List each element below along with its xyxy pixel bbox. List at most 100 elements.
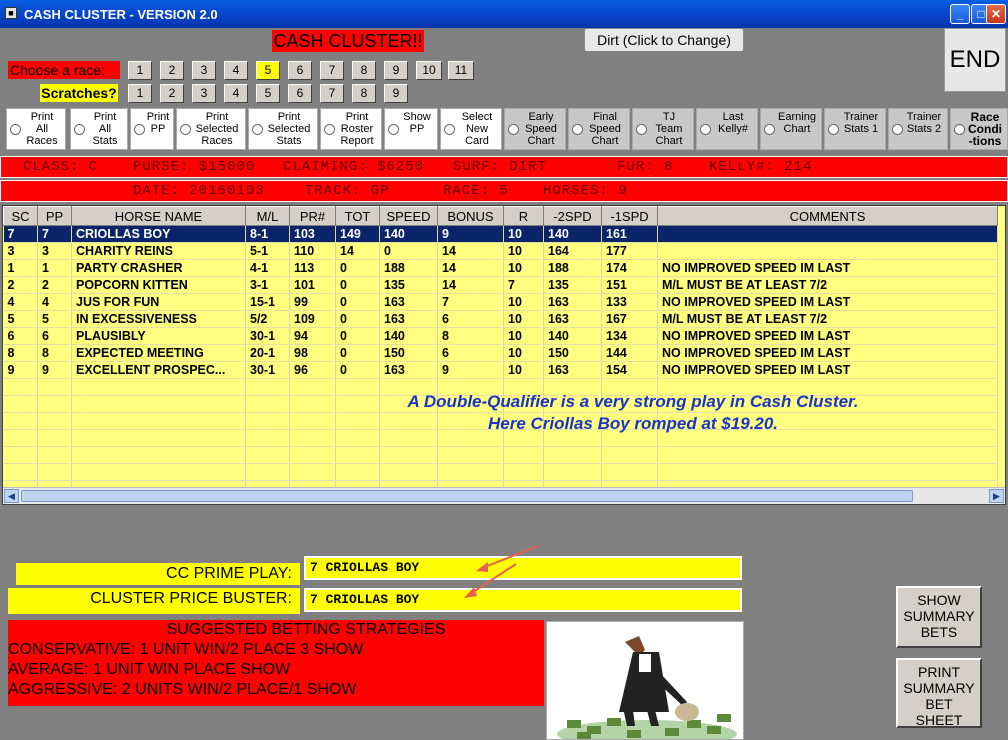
race-button-2[interactable]: 2 xyxy=(160,61,184,80)
close-button[interactable]: ✕ xyxy=(986,4,1006,24)
scratch-button-2[interactable]: 2 xyxy=(160,84,184,103)
table-row[interactable]: 1 1 PARTY CRASHER 4-1 113 0 188 14 10 188 174 NO IM… xyxy=(3,259,998,277)
radio-icon[interactable] xyxy=(74,124,85,135)
race-button-5[interactable]: 5 xyxy=(256,61,280,80)
option-button-13[interactable]: Trainer Stats 1 xyxy=(824,108,886,150)
table-cell: 4 xyxy=(3,293,38,311)
scratch-button-4[interactable]: 4 xyxy=(224,84,248,103)
option-button-14[interactable]: Trainer Stats 2 xyxy=(888,108,948,150)
show-summary-bets-button[interactable]: SHOW SUMMARY BETS xyxy=(896,586,982,648)
minimize-button[interactable]: _ xyxy=(950,4,970,24)
table-cell: 188 xyxy=(379,259,438,277)
table-cell: 0 xyxy=(335,293,380,311)
table-cell: 1 xyxy=(3,259,38,277)
radio-icon[interactable] xyxy=(892,124,903,135)
table-cell: NO IMPROVED SPEED IM LAST xyxy=(657,361,998,379)
scroll-right-icon[interactable]: ▶ xyxy=(989,489,1004,503)
column-header[interactable]: COMMENTS xyxy=(657,206,998,226)
scratch-button-9[interactable]: 9 xyxy=(384,84,408,103)
race-button-4[interactable]: 4 xyxy=(224,61,248,80)
horse-grid: SC PP HORSE NAME M/L PR# TOT SPEED BONUS R -2SPD -… xyxy=(2,205,1006,505)
race-button-6[interactable]: 6 xyxy=(288,61,312,80)
table-cell: PLAUSIBLY xyxy=(71,327,246,345)
column-header[interactable]: R xyxy=(503,206,544,226)
race-button-10[interactable]: 10 xyxy=(416,61,442,80)
option-button-4[interactable]: Print Selected Stats xyxy=(248,108,318,150)
table-row[interactable]: 5 5 IN EXCESSIVENESS 5/2 109 0 163 6 10 163 167 M/L… xyxy=(3,310,998,328)
radio-icon[interactable] xyxy=(572,124,583,135)
table-cell: 110 xyxy=(289,242,336,260)
race-button-8[interactable]: 8 xyxy=(352,61,376,80)
option-button-10[interactable]: TJ Team Chart xyxy=(632,108,694,150)
column-header[interactable]: -2SPD xyxy=(543,206,602,226)
radio-icon[interactable] xyxy=(134,124,145,135)
column-header[interactable]: TOT xyxy=(335,206,380,226)
race-button-3[interactable]: 3 xyxy=(192,61,216,80)
option-label: Print Selected Stats xyxy=(267,111,311,147)
option-button-11[interactable]: Last Kelly# xyxy=(696,108,758,150)
table-row[interactable]: 6 6 PLAUSIBLY 30-1 94 0 140 8 10 140 134 NO IMPROVE… xyxy=(3,327,998,345)
option-button-12[interactable]: Earning Chart xyxy=(760,108,822,150)
scratch-button-8[interactable]: 8 xyxy=(352,84,376,103)
column-header[interactable]: -1SPD xyxy=(601,206,658,226)
radio-icon[interactable] xyxy=(764,124,775,135)
option-button-15[interactable]: Race Condi -tions xyxy=(950,108,1008,150)
scratch-button-7[interactable]: 7 xyxy=(320,84,344,103)
option-button-2[interactable]: Print PP xyxy=(130,108,174,150)
option-label: TJ Team Chart xyxy=(655,111,683,147)
radio-icon[interactable] xyxy=(10,124,21,135)
print-summary-sheet-button[interactable]: PRINT SUMMARY BET SHEET xyxy=(896,658,982,728)
table-cell xyxy=(245,412,290,430)
radio-icon[interactable] xyxy=(444,124,455,135)
table-cell xyxy=(437,446,504,464)
option-button-6[interactable]: Show PP xyxy=(384,108,438,150)
scroll-thumb[interactable] xyxy=(21,490,913,502)
table-row[interactable]: 4 4 JUS FOR FUN 15-1 99 0 163 7 10 163 133 NO IMPRO… xyxy=(3,293,998,311)
table-row[interactable]: 2 2 POPCORN KITTEN 3-1 101 0 135 14 7 135 151 M/L M… xyxy=(3,276,998,294)
table-cell xyxy=(657,225,998,243)
radio-icon[interactable] xyxy=(954,124,965,135)
race-button-1[interactable]: 1 xyxy=(128,61,152,80)
table-cell: 7 xyxy=(37,225,72,243)
option-button-5[interactable]: Print Roster Report xyxy=(320,108,382,150)
race-button-7[interactable]: 7 xyxy=(320,61,344,80)
option-button-1[interactable]: Print All Stats xyxy=(70,108,128,150)
radio-icon[interactable] xyxy=(324,124,335,135)
surface-toggle-button[interactable]: Dirt (Click to Change) xyxy=(584,28,744,52)
column-header[interactable]: SC xyxy=(3,206,38,226)
radio-icon[interactable] xyxy=(828,124,839,135)
scratch-button-3[interactable]: 3 xyxy=(192,84,216,103)
radio-icon[interactable] xyxy=(508,124,519,135)
column-header[interactable]: M/L xyxy=(245,206,290,226)
option-label: Last Kelly# xyxy=(718,111,748,135)
scratch-button-6[interactable]: 6 xyxy=(288,84,312,103)
column-header[interactable]: SPEED xyxy=(379,206,438,226)
horizontal-scrollbar[interactable]: ◀ ▶ xyxy=(3,487,1005,504)
table-row[interactable]: 3 3 CHARITY REINS 5-1 110 14 0 14 10 164 177 xyxy=(3,242,998,260)
option-button-3[interactable]: Print Selected Races xyxy=(176,108,246,150)
radio-icon[interactable] xyxy=(180,124,191,135)
column-header[interactable]: HORSE NAME xyxy=(71,206,246,226)
race-button-9[interactable]: 9 xyxy=(384,61,408,80)
scratch-button-5[interactable]: 5 xyxy=(256,84,280,103)
option-button-7[interactable]: Select New Card xyxy=(440,108,502,150)
radio-icon[interactable] xyxy=(636,124,647,135)
radio-icon[interactable] xyxy=(700,124,711,135)
table-cell: 20-1 xyxy=(245,344,290,362)
table-row[interactable]: 8 8 EXPECTED MEETING 20-1 98 0 150 6 10 150 144 NO … xyxy=(3,344,998,362)
table-row[interactable]: 7 7 CRIOLLAS BOY 8-1 103 149 140 9 10 140 161 xyxy=(3,225,998,243)
race-button-11[interactable]: 11 xyxy=(448,61,474,80)
radio-icon[interactable] xyxy=(388,124,399,135)
end-button[interactable]: END xyxy=(944,28,1006,92)
option-button-0[interactable]: Print All Races xyxy=(6,108,66,150)
option-button-9[interactable]: Final Speed Chart xyxy=(568,108,630,150)
table-cell xyxy=(37,429,72,447)
scratch-button-1[interactable]: 1 xyxy=(128,84,152,103)
option-button-8[interactable]: Early Speed Chart xyxy=(504,108,566,150)
radio-icon[interactable] xyxy=(252,124,263,135)
table-row[interactable]: 9 9 EXCELLENT PROSPEC... 30-1 96 0 163 9 10 163 15… xyxy=(3,361,998,379)
scroll-left-icon[interactable]: ◀ xyxy=(4,489,19,503)
column-header[interactable]: BONUS xyxy=(437,206,504,226)
column-header[interactable]: PR# xyxy=(289,206,336,226)
column-header[interactable]: PP xyxy=(37,206,72,226)
